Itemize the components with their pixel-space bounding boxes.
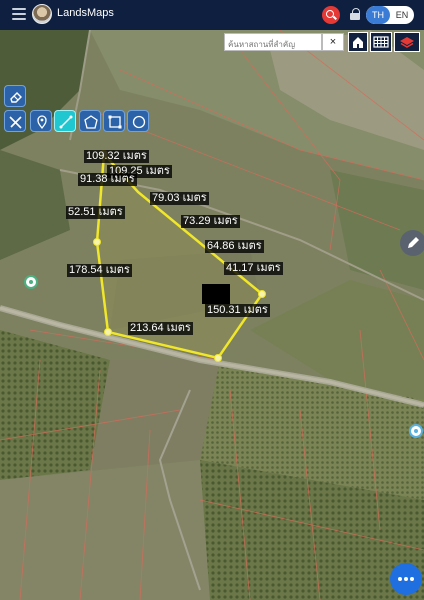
top-app-bar: LandsMaps TH EN bbox=[0, 0, 424, 30]
circle-icon bbox=[132, 115, 146, 129]
clear-search-button[interactable]: × bbox=[322, 33, 344, 51]
more-options-button[interactable] bbox=[390, 563, 422, 595]
circle-button[interactable] bbox=[127, 110, 149, 132]
more-dot-icon bbox=[404, 577, 408, 581]
eraser-button[interactable] bbox=[4, 85, 26, 107]
pin-button[interactable] bbox=[30, 110, 52, 132]
landmark-search-field[interactable] bbox=[224, 33, 322, 53]
pencil-icon bbox=[408, 237, 419, 248]
lang-en-button[interactable]: EN bbox=[390, 6, 414, 24]
ruler-icon bbox=[9, 116, 22, 129]
hamburger-menu-icon[interactable] bbox=[12, 8, 26, 20]
measurement-label: 150.31 เมตร bbox=[205, 304, 270, 317]
measure-line-icon bbox=[59, 115, 73, 129]
polygon-icon bbox=[84, 115, 98, 129]
measurement-label: 64.86 เมตร bbox=[205, 240, 264, 253]
pin-icon bbox=[37, 115, 47, 130]
more-dot-icon bbox=[398, 577, 402, 581]
lock-icon[interactable] bbox=[350, 8, 360, 21]
measurement-label: 73.29 เมตร bbox=[181, 215, 240, 228]
ruler-tools-button[interactable] bbox=[4, 110, 26, 132]
layers-icon bbox=[400, 37, 414, 48]
measurement-label: 213.64 เมตร bbox=[128, 322, 193, 335]
edit-button[interactable] bbox=[400, 230, 424, 256]
grid-button[interactable] bbox=[370, 32, 392, 52]
eraser-icon bbox=[10, 92, 22, 103]
gps-marker-icon[interactable] bbox=[24, 275, 38, 289]
redacted-overlay bbox=[202, 284, 230, 304]
search-button[interactable] bbox=[322, 6, 340, 24]
measurement-label: 52.51 เมตร bbox=[66, 206, 125, 219]
lang-th-button[interactable]: TH bbox=[366, 6, 390, 24]
measurement-label: 79.03 เมตร bbox=[150, 192, 209, 205]
language-toggle[interactable]: TH EN bbox=[366, 6, 414, 24]
app-logo bbox=[32, 4, 52, 24]
more-dot-icon bbox=[410, 577, 414, 581]
landmark-search-input[interactable] bbox=[225, 36, 321, 53]
measurement-label: 91.38 เมตร bbox=[78, 173, 137, 186]
home-button[interactable] bbox=[348, 32, 368, 52]
measurement-label: 41.17 เมตร bbox=[224, 262, 283, 275]
layers-button[interactable] bbox=[394, 32, 420, 52]
grid-icon bbox=[373, 36, 389, 48]
rectangle-button[interactable] bbox=[103, 110, 125, 132]
home-icon bbox=[353, 37, 363, 48]
rectangle-icon bbox=[108, 115, 122, 129]
measure-line-button[interactable] bbox=[54, 110, 76, 132]
app-title: LandsMaps bbox=[57, 7, 114, 19]
measurement-label: 109.32 เมตร bbox=[84, 150, 149, 163]
polygon-button[interactable] bbox=[79, 110, 101, 132]
measurement-label: 178.54 เมตร bbox=[67, 264, 132, 277]
location-marker-icon[interactable] bbox=[409, 424, 423, 438]
